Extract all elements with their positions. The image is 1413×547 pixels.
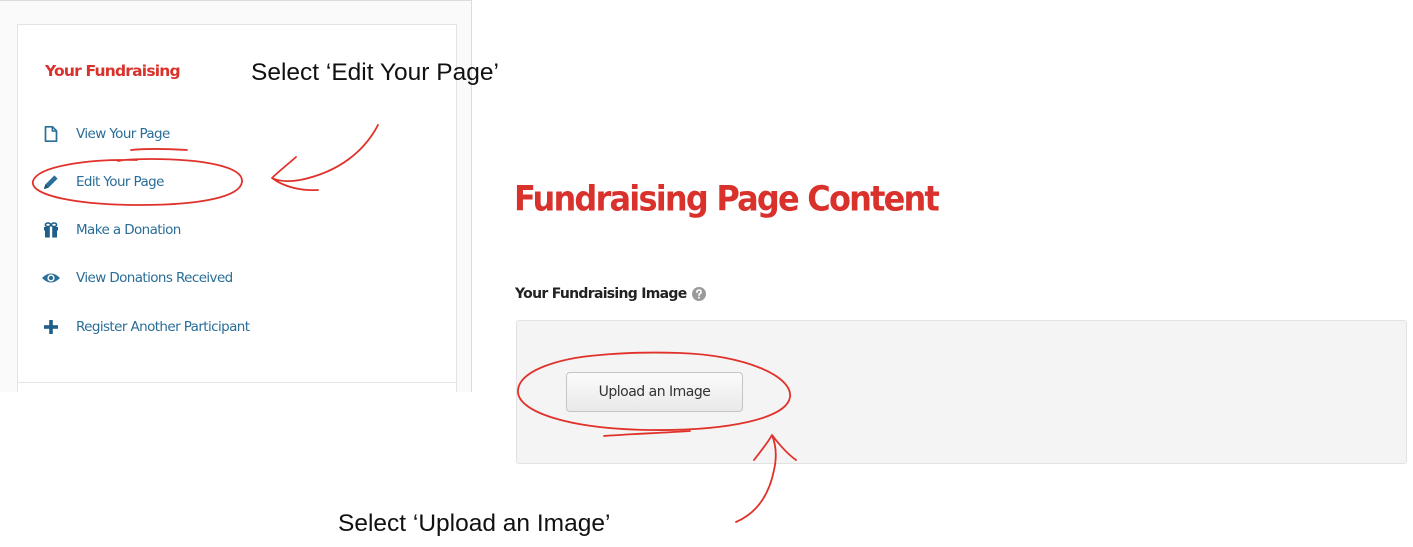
sidebar-item-label: Edit Your Page (76, 174, 164, 190)
sidebar-item-view-donations-received[interactable]: View Donations Received (41, 264, 233, 292)
help-icon[interactable] (691, 286, 707, 302)
page-icon (41, 124, 61, 144)
sidebar-item-label: Register Another Participant (76, 319, 250, 335)
sidebar-heading: Your Fundraising (45, 62, 181, 80)
callout-edit-page: Select ‘Edit Your Page’ (251, 59, 499, 86)
sidebar-item-view-your-page[interactable]: View Your Page (41, 120, 170, 148)
callout-upload-image: Select ‘Upload an Image’ (338, 510, 611, 537)
page-title: Fundraising Page Content (514, 178, 940, 220)
sidebar-divider (17, 382, 457, 383)
sidebar-item-label: View Donations Received (76, 270, 233, 286)
gift-icon (41, 220, 61, 240)
sidebar-item-register-another-participant[interactable]: Register Another Participant (41, 313, 250, 341)
sidebar-item-label: View Your Page (76, 126, 170, 142)
image-field-label-text: Your Fundraising Image (515, 286, 687, 302)
sidebar-item-edit-your-page[interactable]: Edit Your Page (41, 168, 164, 196)
image-field-label: Your Fundraising Image (515, 286, 707, 302)
upload-image-button[interactable]: Upload an Image (566, 372, 743, 412)
eye-icon (41, 268, 61, 288)
sidebar-item-make-a-donation[interactable]: Make a Donation (41, 216, 181, 244)
sidebar-item-label: Make a Donation (76, 222, 181, 238)
plus-icon (41, 317, 61, 337)
pencil-icon (41, 172, 61, 192)
